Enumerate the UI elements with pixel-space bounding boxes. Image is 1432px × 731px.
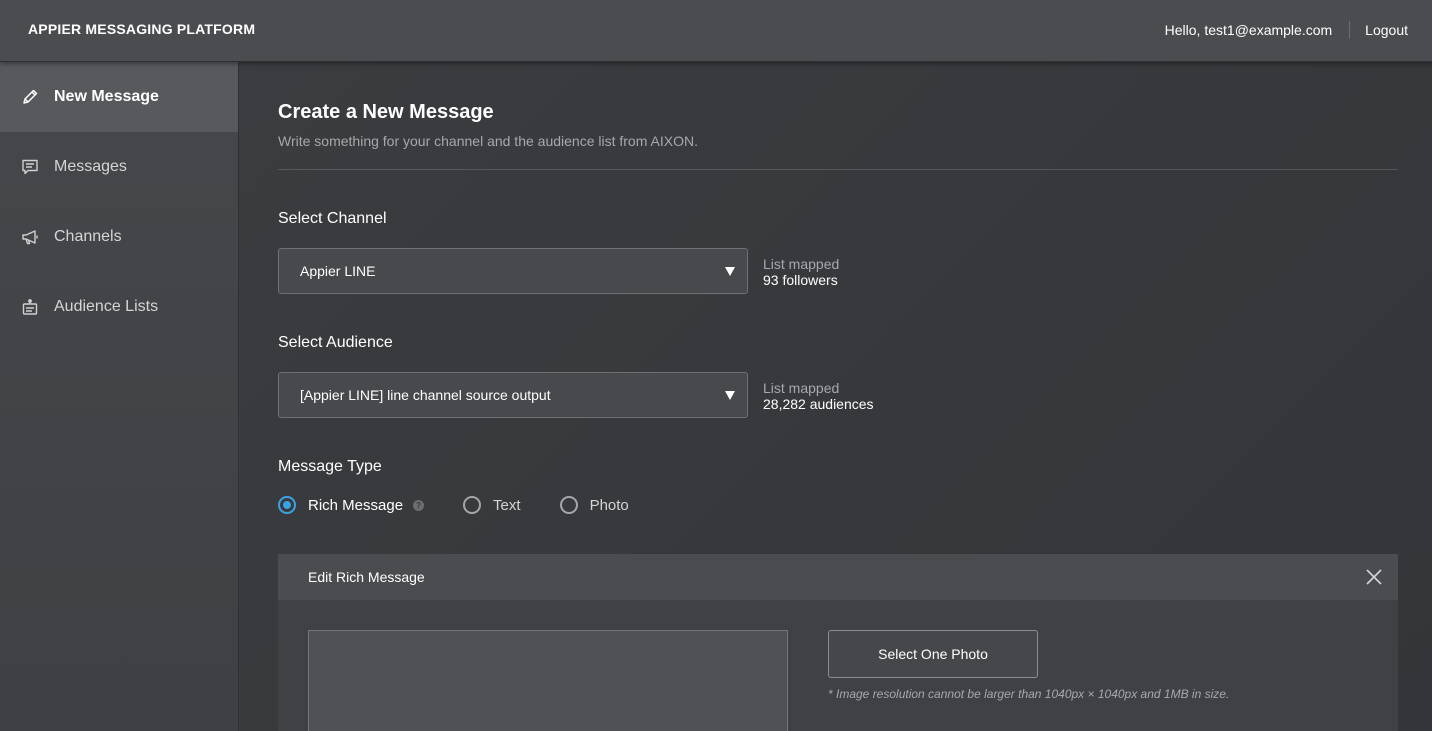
- message-type-label: Message Type: [278, 458, 382, 475]
- radio-unchecked-icon: [463, 496, 482, 514]
- radio-checked-icon: [278, 496, 296, 514]
- caret-down-icon: [725, 391, 735, 400]
- top-bar: APPIER MESSAGING PLATFORM Hello, test1@e…: [0, 0, 1432, 62]
- page-title: Create a New Message: [278, 101, 494, 123]
- photo-preview-area[interactable]: [308, 630, 788, 731]
- radio-rich-message[interactable]: Rich Message ?: [278, 496, 425, 514]
- brand-title: APPIER MESSAGING PLATFORM: [28, 21, 256, 37]
- sidebar-item-messages[interactable]: Messages: [0, 132, 238, 202]
- sidebar: New Message Messages Channels Audience L…: [0, 62, 239, 731]
- radio-text[interactable]: Text: [463, 496, 521, 514]
- editor-header: Edit Rich Message: [278, 554, 1398, 600]
- radio-label: Photo: [589, 496, 629, 514]
- channel-label: Select Channel: [278, 210, 387, 227]
- audience-mapped-count: 28,282 audiences: [763, 396, 874, 412]
- audience-list-icon: [21, 298, 39, 316]
- megaphone-icon: [21, 228, 39, 246]
- radio-label: Text: [493, 496, 521, 514]
- page-subtitle: Write something for your channel and the…: [278, 133, 698, 149]
- sidebar-item-new-message[interactable]: New Message: [0, 62, 238, 132]
- sidebar-item-label: Channels: [54, 228, 122, 245]
- sidebar-item-audience-lists[interactable]: Audience Lists: [0, 272, 238, 342]
- sidebar-item-channels[interactable]: Channels: [0, 202, 238, 272]
- image-size-note: * Image resolution cannot be larger than…: [828, 687, 1230, 701]
- pencil-icon: [21, 88, 39, 106]
- sidebar-item-label: Audience Lists: [54, 298, 159, 315]
- select-photo-button[interactable]: Select One Photo: [828, 630, 1038, 678]
- user-greeting: Hello, test1@example.com: [1164, 22, 1333, 38]
- audience-mapped-label: List mapped: [763, 380, 840, 396]
- radio-unchecked-icon: [559, 496, 578, 514]
- user-area: Hello, test1@example.com Logout: [1165, 20, 1408, 40]
- channel-mapped-info: List mapped 93 followers: [763, 256, 839, 288]
- main-content: Create a New Message Write something for…: [240, 62, 1432, 731]
- audience-mapped-info: List mapped 28,282 audiences: [763, 380, 874, 412]
- rich-message-editor: Edit Rich Message Select One Photo * Ima…: [278, 554, 1398, 731]
- radio-photo[interactable]: Photo: [559, 496, 629, 514]
- audience-label: Select Audience: [278, 334, 393, 351]
- close-icon[interactable]: [1366, 569, 1382, 585]
- audience-select-value: [Appier LINE] line channel source output: [300, 387, 551, 403]
- channel-mapped-count: 93 followers: [763, 272, 838, 288]
- channel-mapped-label: List mapped: [763, 256, 840, 272]
- channel-select-value: Appier LINE: [300, 263, 376, 279]
- title-divider: [278, 169, 1398, 170]
- message-icon: [21, 158, 39, 176]
- logout-link[interactable]: Logout: [1365, 22, 1408, 38]
- channel-select[interactable]: Appier LINE: [278, 248, 748, 294]
- radio-label: Rich Message: [308, 496, 404, 514]
- message-type-radio-group: Rich Message ? Text Photo: [278, 495, 629, 515]
- audience-select[interactable]: [Appier LINE] line channel source output: [278, 372, 748, 418]
- help-icon[interactable]: ?: [413, 499, 425, 511]
- sidebar-item-label: Messages: [54, 158, 127, 175]
- caret-down-icon: [725, 267, 735, 276]
- header-divider: [1349, 21, 1351, 39]
- sidebar-item-label: New Message: [54, 88, 159, 105]
- editor-title: Edit Rich Message: [308, 569, 425, 585]
